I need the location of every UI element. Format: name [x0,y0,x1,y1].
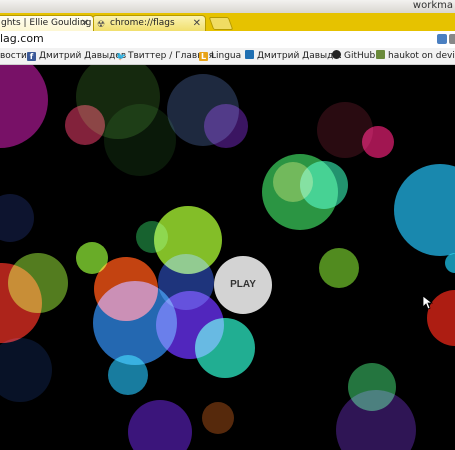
twitter-icon: 🐦 [116,52,126,61]
bookmark-facebook[interactable]: f Дмитрий Давыдов [27,50,126,62]
bubble [0,194,34,242]
tab-chrome-flags[interactable]: ☢ chrome://flags ✕ [92,15,206,31]
mouse-cursor-icon [423,296,433,310]
bookmark-github[interactable]: GitHub [332,50,375,62]
bubble [108,355,148,395]
url-text[interactable]: lag.com [0,32,44,45]
bubble [128,400,192,450]
bubble [394,164,455,256]
bubble [362,126,394,158]
window-titlebar: workma [0,0,455,14]
tab-ellie-goulding[interactable]: ghts | Ellie Goulding ✕ [0,15,94,31]
bookmark-trello[interactable]: Дмитрий Давыд... [245,50,342,62]
bookmark-news[interactable]: вости [0,50,27,62]
bubble [445,253,455,273]
address-bar[interactable]: lag.com [0,31,455,49]
deviantart-icon [376,50,385,59]
bookmark-label: Дмитрий Давыдов [39,51,127,61]
extension-icon[interactable] [449,34,455,44]
close-icon[interactable]: ✕ [193,16,201,31]
bubble-canvas[interactable] [0,65,455,450]
tab-strip: ghts | Ellie Goulding ✕ ☢ chrome://flags… [0,13,455,31]
bookmark-deviantart[interactable]: haukot on devian... [376,50,455,62]
bubble [0,338,52,402]
tab-title: chrome://flags [110,18,175,28]
bubble [158,254,214,310]
bookmark-label: Lingua [211,51,242,61]
close-icon[interactable]: ✕ [81,16,89,31]
bubble [0,65,48,148]
bookmark-lingua[interactable]: L Lingua [199,50,241,62]
bubble [300,161,348,209]
lingua-icon: L [199,52,208,61]
github-icon [332,50,341,59]
bubble [319,248,359,288]
bookmark-label: GitHub [344,51,376,61]
bubble [202,402,234,434]
bookmark-label: haukot on devian... [388,51,455,61]
facebook-icon: f [27,52,36,61]
play-button[interactable]: PLAY [214,256,272,314]
bubble [195,318,255,378]
bookmarks-bar: вости f Дмитрий Давыдов 🐦 Твиттер / Главна… [0,48,455,65]
window-user-label: workma [412,0,453,11]
bubble [136,221,168,253]
bookmark-label: вости [0,51,27,61]
tab-title: ghts | Ellie Goulding [1,18,92,28]
new-tab-button[interactable] [208,17,234,30]
trello-icon [245,50,254,59]
radioactive-icon: ☢ [97,20,106,30]
bubble [336,390,416,450]
bookmark-label: Дмитрий Давыд... [257,51,342,61]
bubble [204,104,248,148]
bubble [104,104,176,176]
translate-icon[interactable] [437,34,447,44]
